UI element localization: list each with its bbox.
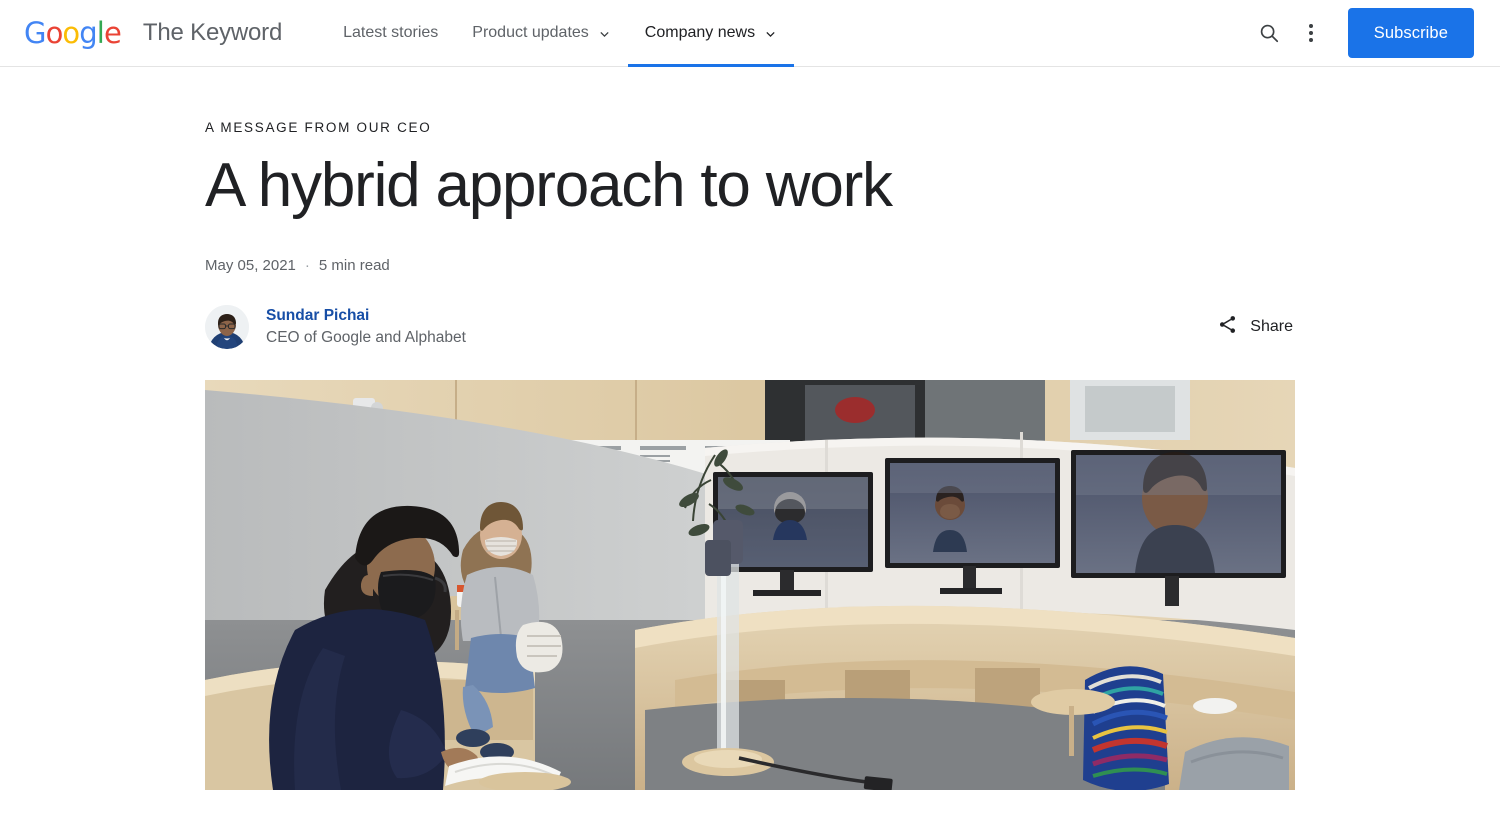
header-actions: Subscribe (1248, 8, 1474, 58)
logo-letter-g: g (79, 15, 97, 50)
nav-label: Product updates (472, 24, 589, 41)
article: A MESSAGE FROM OUR CEO A hybrid approach… (0, 120, 1500, 791)
site-header: Google The Keyword Latest stories Produc… (0, 0, 1500, 67)
page-title: A hybrid approach to work (205, 151, 893, 220)
nav-item-product-updates[interactable]: Product updates (455, 0, 628, 67)
article-eyebrow: A MESSAGE FROM OUR CEO (205, 120, 432, 135)
subscribe-button[interactable]: Subscribe (1347, 8, 1474, 58)
read-time: 5 min read (318, 257, 390, 275)
brand-block: Google The Keyword (24, 15, 282, 50)
hero-photo-illustration (205, 380, 1295, 791)
search-icon[interactable] (1248, 12, 1290, 54)
hero-image (205, 380, 1295, 791)
meta-separator: · (304, 257, 310, 275)
kebab-menu-icon[interactable] (1290, 12, 1332, 54)
avatar (205, 305, 249, 350)
byline-text: Sundar Pichai CEO of Google and Alphabet (266, 306, 466, 349)
nav-label: Latest stories (343, 24, 439, 41)
main-nav: Latest stories Product updates Company n… (326, 0, 795, 67)
share-icon (1217, 314, 1238, 340)
share-button[interactable]: Share (1217, 314, 1295, 340)
kebab-dots (1308, 24, 1313, 42)
nav-label: Company news (644, 24, 756, 41)
logo-letter-o2: o (62, 15, 80, 50)
site-title[interactable]: The Keyword (143, 19, 282, 47)
publish-date: May 05, 2021 (205, 257, 296, 275)
logo-letter-e: e (103, 15, 122, 50)
logo-letter-o1: o (45, 15, 64, 50)
chevron-down-icon (598, 28, 611, 41)
nav-item-company-news[interactable]: Company news (627, 0, 795, 67)
google-logo[interactable]: Google (24, 15, 122, 50)
article-content: A MESSAGE FROM OUR CEO A hybrid approach… (205, 120, 1295, 791)
nav-item-latest-stories[interactable]: Latest stories (326, 0, 455, 67)
logo-letter-G: G (24, 15, 46, 50)
author-byline: Sundar Pichai CEO of Google and Alphabet… (205, 305, 1295, 350)
chevron-down-icon (764, 28, 777, 41)
share-label: Share (1250, 318, 1293, 336)
logo-letter-l: l (96, 15, 105, 50)
article-meta: May 05, 2021 · 5 min read (205, 257, 1295, 274)
author-role: CEO of Google and Alphabet (266, 328, 466, 346)
author-name[interactable]: Sundar Pichai (266, 306, 466, 327)
